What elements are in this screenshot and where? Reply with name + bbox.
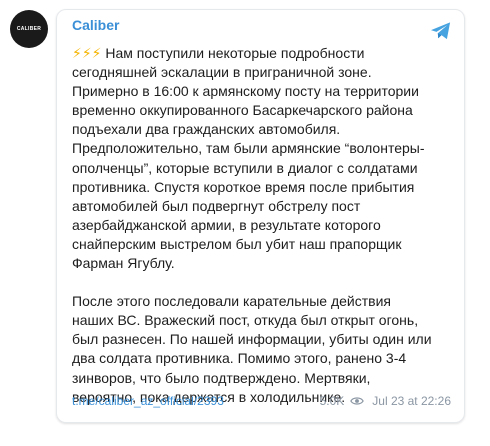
- view-count: 5.0K: [319, 394, 345, 408]
- post-link[interactable]: t.me/caliber_az_official/2393: [72, 392, 224, 410]
- channel-avatar[interactable]: CALIBER: [10, 10, 48, 48]
- paragraph-1-text: Нам поступили некоторые подробности сего…: [72, 45, 425, 272]
- channel-name[interactable]: Caliber: [72, 17, 119, 33]
- eye-icon: [350, 397, 365, 405]
- post-meta: 5.0K Jul 23 at 22:26: [320, 392, 451, 410]
- post-message: ⚡⚡⚡ Нам поступили некоторые подробности …: [72, 44, 454, 407]
- paragraph-1: ⚡⚡⚡ Нам поступили некоторые подробности …: [72, 44, 454, 273]
- lightning-emoji: ⚡⚡⚡: [72, 45, 102, 61]
- post-card: Caliber ⚡⚡⚡ Нам поступили некоторые подр…: [56, 9, 465, 423]
- avatar-logo-text: CALIBER: [16, 26, 42, 32]
- paragraph-2: После этого последовали карательные дейс…: [72, 293, 432, 405]
- post-date[interactable]: Jul 23 at 22:26: [372, 392, 451, 410]
- post-footer: t.me/caliber_az_official/2393 5.0K Jul 2…: [72, 392, 451, 410]
- telegram-icon[interactable]: [430, 21, 452, 41]
